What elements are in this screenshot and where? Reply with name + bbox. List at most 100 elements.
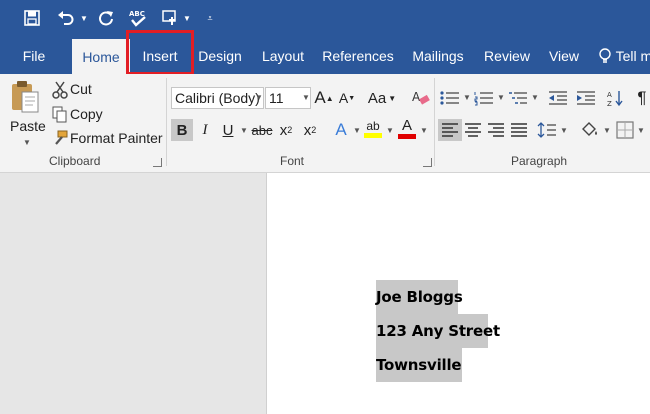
underline-button[interactable]: U — [218, 119, 238, 141]
paste-dropdown-icon[interactable]: ▼ — [23, 138, 31, 147]
document-line[interactable]: 123 Any Street — [376, 314, 500, 348]
multilevel-dropdown-icon[interactable]: ▼ — [531, 93, 539, 102]
document-line[interactable]: Townsville — [376, 348, 462, 382]
tab-mailings[interactable]: Mailings — [404, 38, 472, 74]
justify-button[interactable] — [507, 119, 531, 141]
separator — [166, 78, 167, 166]
increase-indent-icon — [577, 91, 595, 105]
svg-text:ABC: ABC — [129, 10, 145, 18]
align-left-button[interactable] — [438, 119, 462, 141]
align-center-button[interactable] — [461, 119, 485, 141]
bullets-button[interactable] — [438, 87, 462, 109]
svg-text:A: A — [412, 90, 421, 104]
text-effects-button[interactable]: A — [330, 119, 352, 141]
customize-qat-icon[interactable]: ⩡ — [204, 8, 216, 28]
paragraph-group-label: Paragraph — [511, 154, 568, 168]
tab-file[interactable]: File — [10, 38, 58, 74]
font-color-swatch — [398, 134, 416, 139]
line-spacing-icon — [537, 122, 556, 138]
tab-references[interactable]: References — [318, 38, 398, 74]
pilcrow-icon: ¶ — [637, 88, 647, 107]
superscript-button[interactable]: x2 — [300, 119, 320, 141]
shrink-font-button[interactable]: A ▼ — [338, 87, 356, 109]
font-name-input[interactable]: Calibri (Body) — [171, 87, 264, 109]
scissors-icon — [52, 81, 68, 99]
underline-dropdown-icon[interactable]: ▼ — [240, 126, 248, 135]
tab-view[interactable]: View — [540, 38, 588, 74]
separator — [434, 78, 435, 166]
subscript-button[interactable]: x2 — [276, 119, 296, 141]
multilevel-list-icon — [509, 92, 527, 104]
decrease-indent-button[interactable] — [546, 87, 570, 109]
tab-review[interactable]: Review — [478, 38, 536, 74]
font-name-dropdown-icon[interactable]: ▼ — [255, 93, 263, 102]
highlight-dropdown-icon[interactable]: ▼ — [386, 126, 394, 135]
cut-label: Cut — [70, 81, 92, 97]
numbering-button[interactable] — [472, 87, 496, 109]
grow-font-button[interactable]: A ▲ — [314, 87, 334, 109]
copy-icon — [52, 106, 67, 123]
save-icon[interactable] — [22, 8, 42, 28]
font-size-dropdown-icon[interactable]: ▼ — [302, 93, 310, 102]
redo-icon[interactable] — [96, 8, 116, 28]
numbering-icon — [474, 92, 493, 106]
undo-dropdown-icon[interactable]: ▼ — [79, 8, 89, 28]
format-painter-button[interactable]: Format Painter — [50, 129, 163, 149]
highlight-label: ab — [366, 118, 380, 133]
align-center-icon — [465, 123, 481, 137]
eraser-icon: A — [412, 90, 430, 105]
touch-mode-dropdown-icon[interactable]: ▼ — [182, 8, 192, 28]
italic-button[interactable]: I — [195, 119, 215, 141]
align-right-button[interactable] — [484, 119, 508, 141]
tab-home[interactable]: Home — [72, 39, 130, 74]
document-line[interactable]: Joe Bloggs — [376, 280, 463, 314]
line-spacing-dropdown-icon[interactable]: ▼ — [560, 126, 568, 135]
bold-button[interactable]: B — [171, 119, 193, 141]
font-name-value: Calibri (Body) — [175, 90, 260, 106]
superscript-label: x — [303, 121, 312, 139]
increase-indent-button[interactable] — [574, 87, 598, 109]
font-color-button[interactable]: A — [396, 117, 418, 139]
tell-me-search[interactable]: Tell m — [598, 38, 650, 74]
grow-font-caret-icon: ▲ — [325, 93, 334, 103]
paste-button[interactable]: Paste ▼ — [6, 80, 46, 148]
sort-button[interactable]: AZ — [606, 87, 626, 109]
shrink-font-caret-icon: ▼ — [348, 94, 356, 102]
document-page[interactable]: Joe Bloggs 123 Any Street Townsville — [266, 173, 650, 414]
line-spacing-button[interactable] — [536, 119, 558, 141]
font-color-dropdown-icon[interactable]: ▼ — [420, 126, 428, 135]
strikethrough-button[interactable]: abc — [250, 119, 274, 141]
show-hide-marks-button[interactable]: ¶ — [634, 87, 650, 109]
format-painter-label: Format Painter — [70, 130, 163, 146]
grow-font-label: A — [314, 88, 326, 107]
numbering-dropdown-icon[interactable]: ▼ — [497, 93, 505, 102]
paste-icon — [12, 81, 39, 113]
multilevel-list-button[interactable] — [506, 87, 530, 109]
shading-dropdown-icon[interactable]: ▼ — [603, 126, 611, 135]
home-ribbon: Paste ▼ Cut Copy Format Painter Clipboar… — [0, 74, 650, 173]
spelling-icon[interactable]: ABC — [127, 8, 149, 28]
borders-dropdown-icon[interactable]: ▼ — [637, 126, 645, 135]
clipboard-dialog-launcher[interactable] — [153, 158, 162, 167]
paste-label: Paste — [10, 118, 46, 134]
tab-design[interactable]: Design — [192, 38, 248, 74]
align-left-icon — [442, 123, 458, 137]
highlight-color-button[interactable]: ab — [362, 117, 384, 139]
change-case-button[interactable]: Aa ▼ — [366, 87, 398, 109]
cut-button[interactable]: Cut — [50, 80, 114, 100]
text-effects-label: A — [335, 120, 347, 139]
text-effects-dropdown-icon[interactable]: ▼ — [353, 126, 361, 135]
font-dialog-launcher[interactable] — [423, 158, 432, 167]
change-case-label: Aa — [367, 89, 387, 107]
tab-layout[interactable]: Layout — [254, 38, 312, 74]
borders-button[interactable] — [614, 119, 636, 141]
shading-button[interactable] — [578, 119, 602, 141]
undo-icon[interactable] — [55, 8, 77, 28]
tell-me-label: Tell m — [615, 48, 650, 64]
justify-icon — [511, 123, 527, 137]
subscript-mark: 2 — [287, 125, 293, 135]
copy-button[interactable]: Copy — [50, 105, 114, 125]
bullets-dropdown-icon[interactable]: ▼ — [463, 93, 471, 102]
clear-formatting-button[interactable]: A — [410, 87, 432, 109]
touch-mode-icon[interactable] — [160, 8, 182, 28]
